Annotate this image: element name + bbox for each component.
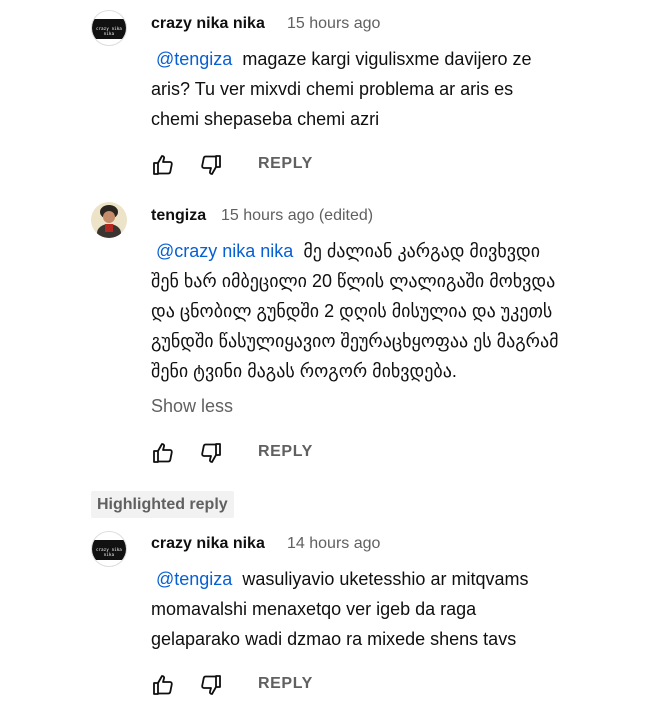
comment-line: chemi shepaseba chemi azri bbox=[151, 109, 380, 129]
show-less-button[interactable]: Show less bbox=[151, 396, 233, 417]
author-name[interactable]: crazy nika nika bbox=[151, 535, 265, 553]
comment-actions: REPLY bbox=[151, 441, 371, 465]
comment-line: შენი ტვინი მაგას როგორ მიხვდება. bbox=[151, 361, 457, 381]
like-icon[interactable] bbox=[151, 441, 175, 465]
comment-line: მე ძალიან კარგად მივხვდი bbox=[303, 241, 541, 261]
avatar[interactable]: crazy nika nika bbox=[91, 531, 127, 567]
comment-actions: REPLY bbox=[151, 673, 371, 697]
avatar[interactable] bbox=[91, 202, 127, 238]
mention-link[interactable]: @tengiza bbox=[156, 569, 232, 589]
comment-line: momavalshi menaxetqo ver igeb da raga bbox=[151, 599, 477, 619]
timestamp[interactable]: 14 hours ago bbox=[287, 535, 380, 553]
timestamp[interactable]: 15 hours ago (edited) bbox=[221, 207, 373, 225]
avatar-logo-text: crazy nika nika bbox=[95, 26, 123, 36]
comment-text: @tengiza wasuliyavio uketesshio ar mitqv… bbox=[151, 564, 621, 654]
mention-link[interactable]: @crazy nika nika bbox=[156, 241, 293, 261]
dislike-icon[interactable] bbox=[199, 673, 223, 697]
comment-line: და ცნობილ გუნდში 2 დღის მისულია და უკეთს bbox=[151, 301, 553, 321]
timestamp[interactable]: 15 hours ago bbox=[287, 15, 380, 33]
dislike-icon[interactable] bbox=[199, 441, 223, 465]
comment-line: magaze kargi vigulisxme davijero ze bbox=[242, 49, 532, 69]
reply-button[interactable]: REPLY bbox=[258, 675, 313, 693]
avatar-logo-text: crazy nika nika bbox=[95, 547, 123, 557]
comment-text: @tengiza magaze kargi vigulisxme davijer… bbox=[151, 44, 621, 134]
author-name[interactable]: tengiza bbox=[151, 207, 206, 225]
comment-line: gelaparako wadi dzmao ra mixede shens ta… bbox=[151, 629, 517, 649]
like-icon[interactable] bbox=[151, 673, 175, 697]
reply-button[interactable]: REPLY bbox=[258, 155, 313, 173]
comment-line: გუნდში წასულიყავიო შეურაცხყოფაა ეს მაგრა… bbox=[151, 331, 559, 351]
comment-actions: REPLY bbox=[151, 153, 371, 177]
author-name[interactable]: crazy nika nika bbox=[151, 15, 265, 33]
mention-link[interactable]: @tengiza bbox=[156, 49, 232, 69]
comment-line: wasuliyavio uketesshio ar mitqvams bbox=[242, 569, 529, 589]
reply-button[interactable]: REPLY bbox=[258, 443, 313, 461]
comment-line: შენ ხარ იმბეცილი 20 წლის ლალიგაში მოხვდა bbox=[151, 271, 556, 291]
dislike-icon[interactable] bbox=[199, 153, 223, 177]
highlighted-reply-badge: Highlighted reply bbox=[91, 491, 234, 518]
avatar[interactable]: crazy nika nika bbox=[91, 10, 127, 46]
like-icon[interactable] bbox=[151, 153, 175, 177]
comment-text: @crazy nika nika მე ძალიან კარგად მივხვდ… bbox=[151, 236, 621, 386]
comment-line: aris? Tu ver mixvdi chemi problema ar ar… bbox=[151, 79, 514, 99]
